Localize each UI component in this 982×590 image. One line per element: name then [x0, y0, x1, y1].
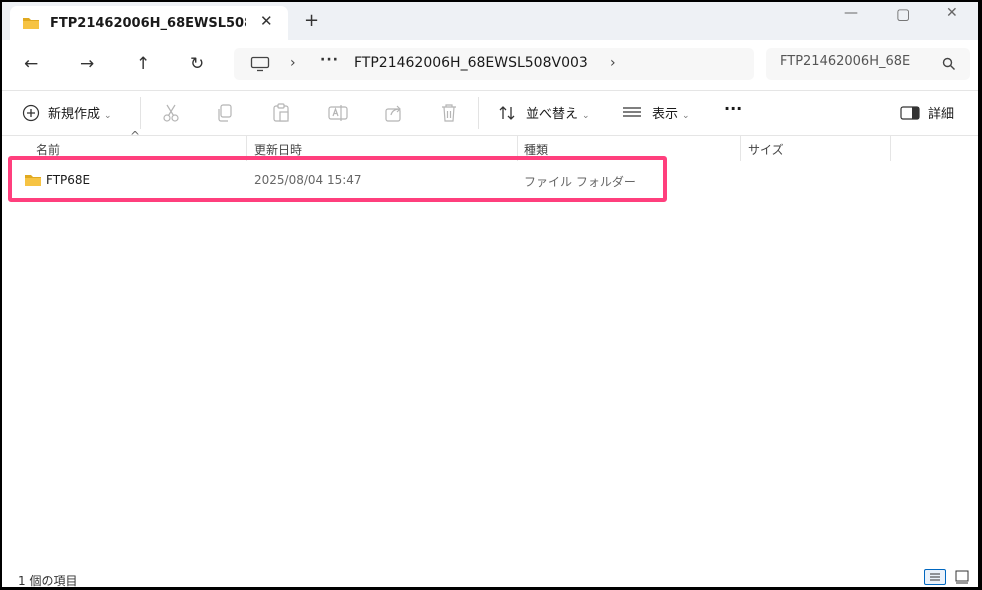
column-size[interactable]: サイズ — [748, 141, 784, 158]
delete-icon[interactable] — [440, 103, 458, 123]
search-icon[interactable] — [942, 57, 956, 71]
view-button-label: 表示 — [652, 107, 679, 122]
chevron-down-icon: ⌄ — [104, 111, 112, 121]
sort-ascending-icon: ^ — [130, 129, 141, 143]
sort-icon — [499, 106, 515, 120]
cut-icon[interactable] — [162, 103, 180, 123]
tab-title: FTP21462006H_68EWSL508V0 — [50, 16, 246, 31]
divider — [140, 97, 141, 129]
search-box[interactable] — [766, 48, 970, 80]
close-window-button[interactable]: ✕ — [946, 5, 958, 21]
maximize-button[interactable]: ▢ — [896, 5, 910, 23]
tab-current[interactable]: FTP21462006H_68EWSL508V0 ✕ — [10, 6, 288, 40]
details-pane-label: 詳細 — [928, 107, 955, 122]
breadcrumb-current[interactable]: FTP21462006H_68EWSL508V003 — [354, 55, 588, 71]
chevron-down-icon: ⌄ — [582, 111, 590, 121]
more-options-button[interactable]: ··· — [724, 99, 742, 118]
search-input[interactable] — [780, 54, 930, 69]
sort-button[interactable]: 並べ替え ⌄ — [498, 103, 590, 122]
file-explorer-window: FTP21462006H_68EWSL508V0 ✕ + — ▢ ✕ ← → ↑… — [2, 2, 978, 587]
copy-icon[interactable] — [216, 103, 234, 123]
highlight-annotation — [8, 156, 667, 202]
breadcrumb-overflow-button[interactable]: ··· — [320, 52, 339, 68]
item-count: 1 個の項目 — [18, 574, 78, 587]
new-button[interactable]: 新規作成 ⌄ — [22, 103, 112, 122]
details-pane-button[interactable]: 詳細 — [900, 103, 954, 122]
refresh-button[interactable]: ↻ — [190, 54, 204, 74]
paste-icon[interactable] — [272, 103, 290, 123]
divider — [478, 97, 479, 129]
column-divider[interactable] — [890, 135, 891, 161]
column-divider[interactable] — [740, 135, 741, 161]
details-view-icon — [930, 573, 940, 581]
tiles-view-icon — [955, 570, 969, 584]
folder-icon — [23, 18, 39, 29]
share-icon[interactable] — [384, 103, 404, 123]
navigation-bar: ← → ↑ ↻ › ··· FTP21462006H_68EWSL508V003… — [2, 40, 978, 91]
sort-button-label: 並べ替え — [526, 107, 579, 122]
breadcrumb-chevron-icon[interactable]: › — [290, 55, 296, 71]
minimize-button[interactable]: — — [844, 5, 858, 21]
new-button-label: 新規作成 — [48, 107, 101, 122]
command-bar: 新規作成 ⌄ 並べ替え ⌄ 表示 ⌄ ··· 詳細 — [2, 91, 978, 136]
back-button[interactable]: ← — [24, 54, 38, 74]
up-button[interactable]: ↑ — [136, 54, 150, 74]
details-pane-icon — [900, 106, 920, 120]
forward-button[interactable]: → — [80, 54, 94, 74]
details-view-button[interactable] — [924, 569, 946, 585]
rename-icon[interactable] — [328, 103, 348, 123]
this-pc-icon — [250, 56, 270, 72]
title-bar: FTP21462006H_68EWSL508V0 ✕ + — ▢ ✕ — [2, 2, 978, 40]
new-tab-button[interactable]: + — [304, 10, 319, 31]
chevron-down-icon: ⌄ — [682, 111, 690, 121]
view-icon — [623, 107, 641, 117]
view-button[interactable]: 表示 ⌄ — [622, 103, 690, 122]
large-icons-view-button[interactable] — [952, 569, 974, 585]
close-tab-icon[interactable]: ✕ — [260, 12, 273, 30]
address-bar[interactable]: › ··· FTP21462006H_68EWSL508V003 › — [234, 48, 754, 80]
add-icon — [22, 104, 40, 122]
breadcrumb-chevron-icon[interactable]: › — [610, 55, 616, 71]
